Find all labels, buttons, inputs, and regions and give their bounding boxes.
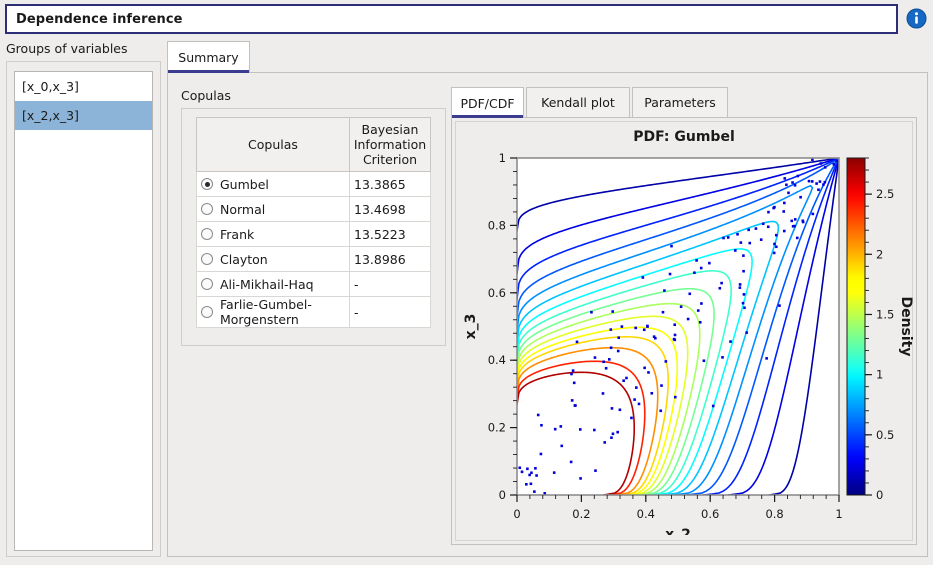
svg-text:Density: Density	[898, 296, 913, 356]
info-icon	[906, 8, 927, 29]
table-row[interactable]: Gumbel 13.3865	[196, 171, 431, 197]
table-row[interactable]: Farlie-Gumbel-Morgenstern -	[196, 296, 431, 328]
tab-active-underline	[452, 115, 523, 118]
svg-text:0.8: 0.8	[488, 218, 506, 232]
copula-cell-gumbel[interactable]: Gumbel	[196, 171, 350, 197]
column-header-copulas: Copulas	[196, 117, 350, 172]
svg-text:0.5: 0.5	[876, 428, 894, 442]
radio-button-ali-mikhail-haq[interactable]	[201, 278, 213, 290]
tab-pdf-cdf-label: PDF/CDF	[460, 95, 515, 111]
radio-button-clayton[interactable]	[201, 253, 213, 265]
copulas-group-label: Copulas	[181, 88, 231, 103]
tab-kendall-plot[interactable]: Kendall plot	[526, 87, 630, 118]
list-item[interactable]: [x_2,x_3]	[15, 101, 152, 130]
bic-value: 13.8986	[349, 246, 431, 272]
bic-value: -	[349, 296, 431, 328]
svg-text:1.5: 1.5	[876, 307, 894, 321]
svg-text:0.2: 0.2	[572, 507, 590, 521]
list-item[interactable]: [x_0,x_3]	[15, 72, 152, 101]
tab-parameters[interactable]: Parameters	[632, 87, 728, 118]
copula-cell-frank[interactable]: Frank	[196, 221, 350, 247]
svg-text:0.4: 0.4	[488, 353, 506, 367]
copula-name: Farlie-Gumbel-Morgenstern	[220, 297, 312, 327]
tab-summary-label: Summary	[178, 50, 239, 65]
copula-cell-farlie-gumbel-morgenstern[interactable]: Farlie-Gumbel-Morgenstern	[196, 296, 350, 328]
chart-title: PDF: Gumbel	[633, 129, 735, 145]
tab-kendall-plot-label: Kendall plot	[541, 95, 615, 110]
svg-text:0.8: 0.8	[765, 507, 783, 521]
tab-active-underline	[168, 70, 249, 73]
copula-name: Ali-Mikhail-Haq	[220, 276, 314, 292]
window-title-bar: Dependence inference	[5, 4, 898, 34]
svg-text:1: 1	[835, 507, 842, 521]
bic-value: 13.3865	[349, 171, 431, 197]
svg-text:x_2: x_2	[665, 527, 691, 535]
bic-value: 13.5223	[349, 221, 431, 247]
bic-value: -	[349, 271, 431, 297]
table-row[interactable]: Ali-Mikhail-Haq -	[196, 271, 431, 297]
svg-text:1: 1	[499, 151, 506, 165]
svg-text:0.4: 0.4	[637, 507, 655, 521]
table-row[interactable]: Normal 13.4698	[196, 196, 431, 222]
radio-button-frank[interactable]	[201, 228, 213, 240]
radio-button-farlie-gumbel-morgenstern[interactable]	[201, 306, 213, 318]
pdf-contour-chart: 0 0.2 0.4 0.6 0.8 1 0 0.2 0.4 0.6 0.8 1 x_2 x_3 0 0.5 1 1…	[455, 150, 913, 535]
svg-text:2: 2	[876, 247, 883, 261]
copula-name: Normal	[220, 201, 266, 217]
copula-name: Gumbel	[220, 176, 269, 192]
copula-name: Frank	[220, 226, 255, 242]
copula-name: Clayton	[220, 251, 268, 267]
svg-text:0.6: 0.6	[701, 507, 719, 521]
copula-cell-ali-mikhail-haq[interactable]: Ali-Mikhail-Haq	[196, 271, 350, 297]
groups-of-variables-label: Groups of variables	[6, 41, 128, 56]
copula-cell-clayton[interactable]: Clayton	[196, 246, 350, 272]
table-row[interactable]: Frank 13.5223	[196, 221, 431, 247]
copula-cell-normal[interactable]: Normal	[196, 196, 350, 222]
tab-pdf-cdf[interactable]: PDF/CDF	[451, 87, 524, 118]
table-row[interactable]: Clayton 13.8986	[196, 246, 431, 272]
radio-button-gumbel[interactable]	[201, 178, 213, 190]
radio-button-normal[interactable]	[201, 203, 213, 215]
svg-text:0: 0	[876, 488, 883, 502]
svg-text:1: 1	[876, 368, 883, 382]
tab-summary[interactable]: Summary	[167, 41, 250, 73]
svg-text:0.6: 0.6	[488, 286, 506, 300]
tab-parameters-label: Parameters	[644, 95, 716, 110]
bic-value: 13.4698	[349, 196, 431, 222]
svg-text:0: 0	[513, 507, 520, 521]
svg-text:x_3: x_3	[463, 314, 479, 340]
table-header-row: Copulas Bayesian Information Criterion	[196, 117, 431, 172]
groups-list[interactable]: [x_0,x_3] [x_2,x_3]	[14, 71, 153, 551]
svg-text:0: 0	[499, 488, 506, 502]
column-header-bic: Bayesian Information Criterion	[349, 117, 431, 172]
page-title: Dependence inference	[16, 11, 183, 27]
info-button[interactable]	[903, 5, 930, 32]
svg-text:0.2: 0.2	[488, 421, 506, 435]
copulas-table: Copulas Bayesian Information Criterion G…	[196, 117, 431, 328]
svg-text:2.5: 2.5	[876, 187, 894, 201]
